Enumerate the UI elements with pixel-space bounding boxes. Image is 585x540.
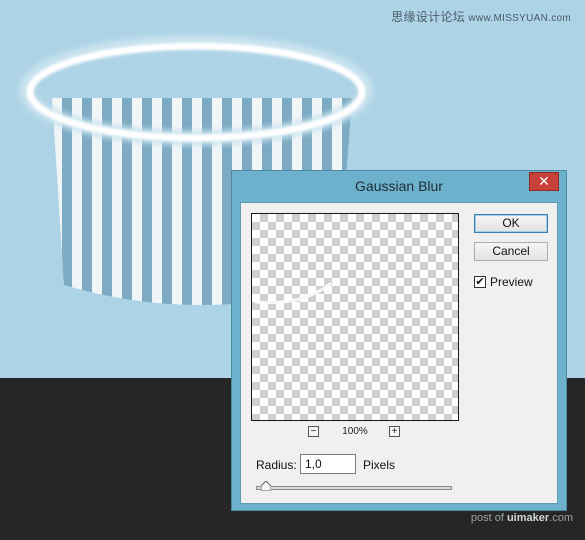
- zoom-controls: − 100% +: [251, 426, 459, 440]
- radius-slider-thumb[interactable]: [260, 481, 271, 491]
- watermark-top: 思缘设计论坛 www.MISSYUAN.com: [391, 8, 571, 25]
- zoom-out-button[interactable]: −: [308, 426, 319, 437]
- close-button[interactable]: ✕: [529, 172, 559, 191]
- radius-slider-track[interactable]: [256, 486, 452, 490]
- zoom-level: 100%: [342, 426, 368, 437]
- watermark-top-en: www.MISSYUAN.com: [468, 13, 571, 24]
- preview-label: Preview: [490, 275, 533, 289]
- preview-stroke: [254, 282, 332, 305]
- watermark-top-cn: 思缘设计论坛: [391, 10, 466, 24]
- plus-icon: +: [391, 426, 398, 437]
- ok-button[interactable]: OK: [474, 214, 548, 233]
- blur-preview-area[interactable]: [251, 213, 459, 421]
- dialog-client-area: − 100% + OK Cancel ✔ Preview Radius: 1,0…: [240, 202, 558, 504]
- dialog-title: Gaussian Blur: [355, 178, 443, 194]
- gaussian-blur-dialog: Gaussian Blur ✕ − 100% + OK Cancel ✔ Pre…: [231, 170, 567, 511]
- checkmark-icon: ✔: [475, 276, 485, 288]
- watermark-bottom-prefix: post of: [470, 512, 504, 524]
- zoom-in-button[interactable]: +: [389, 426, 400, 437]
- pixels-unit-label: Pixels: [363, 458, 396, 472]
- radius-label: Radius:: [256, 458, 297, 472]
- close-icon: ✕: [538, 173, 550, 189]
- minus-icon: −: [310, 426, 317, 437]
- watermark-bottom-suffix: .com: [549, 512, 573, 524]
- cancel-button[interactable]: Cancel: [474, 242, 548, 261]
- preview-checkbox[interactable]: ✔: [474, 276, 486, 288]
- watermark-bottom-brand: uimaker: [506, 512, 550, 524]
- dialog-titlebar[interactable]: Gaussian Blur ✕: [232, 171, 566, 202]
- watermark-bottom: post of uimaker.com: [471, 512, 573, 524]
- radius-input[interactable]: 1,0: [300, 454, 356, 474]
